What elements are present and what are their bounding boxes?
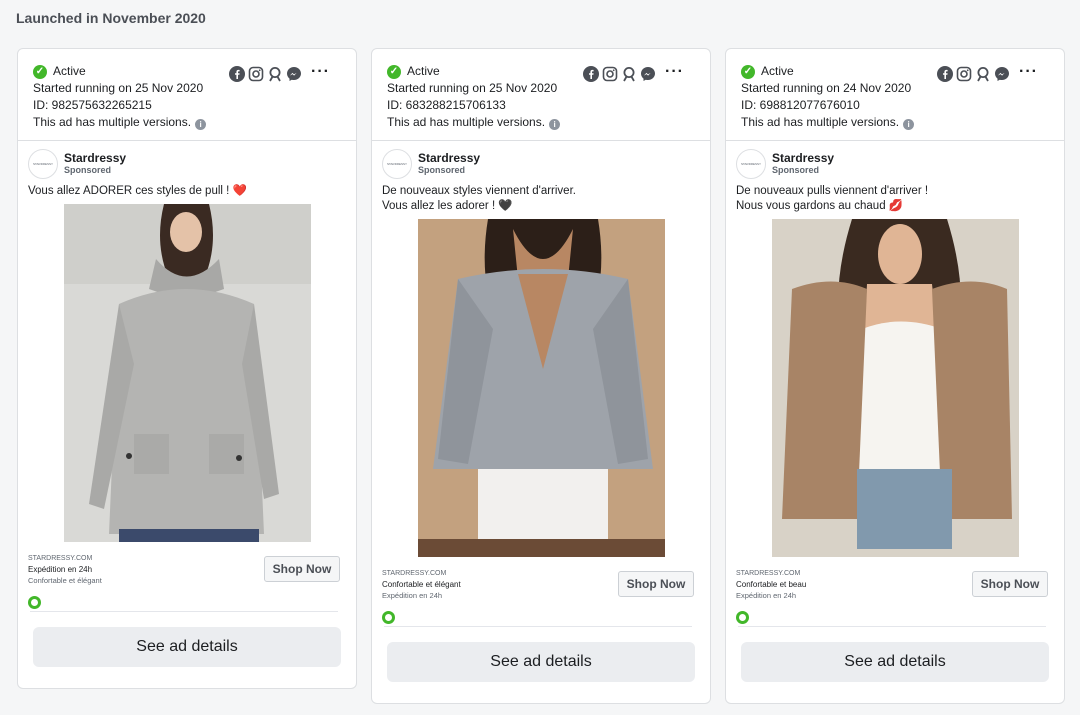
instagram-icon [248, 66, 264, 82]
page-row: STARDRESSY Stardressy Sponsored [382, 149, 700, 179]
shop-now-button[interactable]: Shop Now [264, 556, 340, 582]
info-icon[interactable]: i [903, 119, 915, 130]
status-label: Active [761, 64, 794, 78]
ad-card-header: ✓ Active Started running on 24 Nov 2020 … [726, 49, 1064, 141]
status-row: ✓ Active [741, 63, 1064, 80]
more-icon[interactable]: ··· [311, 63, 330, 80]
ad-image[interactable] [417, 219, 665, 557]
more-icon[interactable]: ··· [665, 63, 684, 80]
avatar[interactable]: STARDRESSY [736, 149, 766, 179]
shop-now-button[interactable]: Shop Now [972, 571, 1048, 597]
ad-image[interactable] [771, 219, 1019, 557]
avatar[interactable]: STARDRESSY [382, 149, 412, 179]
ad-card: ✓ Active Started running on 25 Nov 2020 … [17, 48, 357, 689]
facebook-icon [583, 66, 599, 82]
started-running: Started running on 24 Nov 2020 [741, 81, 912, 95]
started-running: Started running on 25 Nov 2020 [387, 81, 558, 95]
sponsored-label: Sponsored [418, 165, 466, 175]
lips-emoji: 💋 [888, 200, 904, 212]
audience-network-icon [623, 67, 635, 82]
sponsored-label: Sponsored [64, 165, 112, 175]
status-label: Active [407, 64, 440, 78]
facebook-icon [229, 66, 245, 82]
section-title: Launched in November 2020 [16, 10, 206, 26]
messenger-icon [641, 67, 655, 81]
instagram-icon [602, 66, 618, 82]
page-name[interactable]: Stardressy [64, 152, 126, 165]
more-icon[interactable]: ··· [1019, 63, 1038, 80]
see-ad-details-button[interactable]: See ad details [741, 642, 1049, 682]
platform-icons [229, 66, 302, 82]
status-label: Active [53, 64, 86, 78]
status-ring-icon [28, 596, 41, 609]
info-icon[interactable]: i [195, 119, 207, 130]
messenger-icon [995, 67, 1009, 81]
ad-preview: STARDRESSY Stardressy Sponsored De nouve… [372, 141, 710, 627]
ad-text: De nouveaux pulls viennent d'arriver ! N… [736, 185, 929, 212]
check-icon: ✓ [741, 64, 755, 79]
ad-card: ✓ Active Started running on 25 Nov 2020 … [371, 48, 711, 704]
info-icon[interactable]: i [549, 119, 561, 130]
shop-now-button[interactable]: Shop Now [618, 571, 694, 597]
avatar[interactable]: STARDRESSY [28, 149, 58, 179]
page-name[interactable]: Stardressy [418, 152, 480, 165]
divider [384, 626, 692, 627]
see-ad-details-button[interactable]: See ad details [387, 642, 695, 682]
ad-card-header: ✓ Active Started running on 25 Nov 2020 … [372, 49, 710, 141]
ad-preview: STARDRESSY Stardressy Sponsored Vous all… [18, 141, 356, 612]
instagram-icon [956, 66, 972, 82]
heart-emoji: 🖤 [498, 200, 513, 212]
ad-id: ID: 982575632265215 [33, 98, 152, 112]
versions-note: This ad has multiple versions. i [387, 114, 710, 131]
cta-row: STARDRESSY.COM Expédition en 24h Confort… [28, 554, 346, 594]
page-row: STARDRESSY Stardressy Sponsored [28, 149, 346, 179]
divider [30, 611, 338, 612]
divider [738, 626, 1046, 627]
cta-row: STARDRESSY.COM Confortable et beau Expéd… [736, 569, 1054, 609]
versions-note: This ad has multiple versions. i [33, 114, 356, 131]
ad-preview: STARDRESSY Stardressy Sponsored De nouve… [726, 141, 1064, 627]
messenger-icon [287, 67, 301, 81]
ad-image[interactable] [63, 204, 311, 542]
versions-note: This ad has multiple versions. i [741, 114, 1064, 131]
check-icon: ✓ [33, 64, 47, 79]
check-icon: ✓ [387, 64, 401, 79]
platform-icons [937, 66, 1010, 82]
status-row: ✓ Active [33, 63, 356, 80]
status-ring-icon [736, 611, 749, 624]
status-ring-icon [382, 611, 395, 624]
see-ad-details-button[interactable]: See ad details [33, 627, 341, 667]
ad-id: ID: 698812077676010 [741, 98, 860, 112]
page-name[interactable]: Stardressy [772, 152, 834, 165]
ad-id: ID: 683288215706133 [387, 98, 506, 112]
facebook-icon [937, 66, 953, 82]
audience-network-icon [977, 67, 989, 82]
heart-emoji: ❤️ [232, 185, 247, 197]
ad-text: De nouveaux styles viennent d'arriver. V… [382, 185, 576, 212]
audience-network-icon [269, 67, 281, 82]
cta-row: STARDRESSY.COM Confortable et élégant Ex… [382, 569, 700, 609]
ad-text: Vous allez ADORER ces styles de pull ! ❤… [28, 185, 247, 197]
page-row: STARDRESSY Stardressy Sponsored [736, 149, 1054, 179]
platform-icons [583, 66, 656, 82]
ad-card-header: ✓ Active Started running on 25 Nov 2020 … [18, 49, 356, 141]
sponsored-label: Sponsored [772, 165, 820, 175]
ad-card: ✓ Active Started running on 24 Nov 2020 … [725, 48, 1065, 704]
started-running: Started running on 25 Nov 2020 [33, 81, 204, 95]
status-row: ✓ Active [387, 63, 710, 80]
